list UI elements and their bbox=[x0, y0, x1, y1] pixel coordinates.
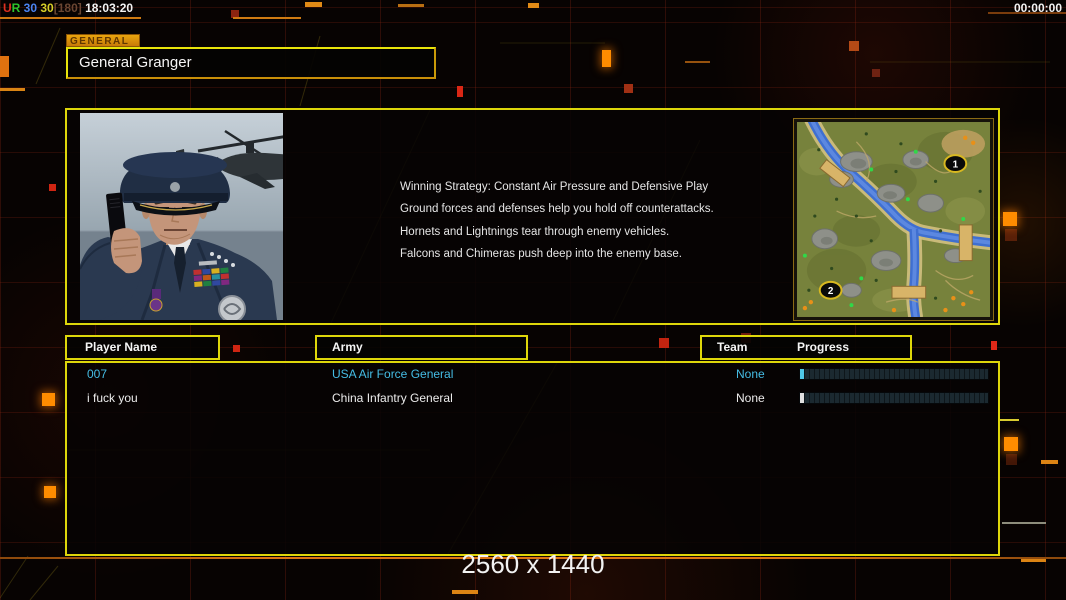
player-name: 007 bbox=[87, 367, 107, 381]
general-portrait-image bbox=[80, 113, 283, 320]
status-token: 30 bbox=[37, 1, 54, 15]
deco-dash bbox=[1002, 522, 1046, 524]
player-row: i fuck you China Infantry General None bbox=[67, 391, 998, 407]
start-position-marker-2: 2 bbox=[820, 282, 842, 299]
player-army: USA Air Force General bbox=[332, 367, 453, 381]
resolution-text: 2560 x 1440 bbox=[461, 549, 604, 580]
deco-dash bbox=[528, 3, 539, 8]
player-name: i fuck you bbox=[87, 391, 138, 405]
deco-dash bbox=[305, 2, 322, 7]
column-header-army: Army bbox=[315, 335, 528, 360]
deco-square bbox=[602, 50, 611, 67]
general-name-box: General Granger bbox=[66, 47, 436, 79]
minimap-image: 1 2 bbox=[797, 122, 990, 317]
status-token: U bbox=[3, 1, 12, 15]
strategy-line: Hornets and Lightnings tear through enem… bbox=[400, 221, 730, 243]
svg-text:2: 2 bbox=[828, 286, 834, 297]
game-lobby-screen: UR 30 30[180] 18:03:20 00:00:00 GENERAL … bbox=[0, 0, 1066, 600]
status-token: 30 bbox=[20, 1, 37, 15]
progress-fill bbox=[800, 393, 804, 403]
deco-square bbox=[1004, 437, 1018, 451]
deco-square bbox=[42, 393, 55, 406]
deco-square bbox=[457, 86, 463, 97]
deco-square bbox=[849, 41, 859, 51]
deco-square bbox=[49, 184, 56, 191]
deco-dash bbox=[685, 61, 710, 63]
strategy-line: Falcons and Chimeras push deep into the … bbox=[400, 243, 730, 265]
svg-text:1: 1 bbox=[953, 160, 959, 171]
deco-square bbox=[0, 56, 9, 77]
load-progress-bar bbox=[799, 392, 989, 404]
deco-square bbox=[624, 84, 633, 93]
header-label: Army bbox=[332, 340, 363, 354]
player-team: None bbox=[736, 367, 765, 381]
deco-dash bbox=[0, 88, 25, 91]
connection-status-text: UR 30 30[180] 18:03:20 bbox=[3, 1, 133, 15]
column-header-player-name: Player Name bbox=[65, 335, 220, 360]
start-position-marker-1: 1 bbox=[944, 155, 966, 172]
general-tab-label: GENERAL bbox=[66, 34, 140, 47]
deco-square bbox=[44, 486, 56, 498]
deco-dash bbox=[1000, 419, 1019, 421]
strategy-text-block: Winning Strategy: Constant Air Pressure … bbox=[400, 176, 730, 266]
deco-dash bbox=[0, 17, 141, 19]
deco-square bbox=[991, 341, 997, 350]
strategy-line: Ground forces and defenses help you hold… bbox=[400, 198, 730, 220]
strategy-line: Winning Strategy: Constant Air Pressure … bbox=[400, 176, 730, 198]
deco-dash bbox=[398, 4, 424, 7]
player-row: 007 USA Air Force General None bbox=[67, 367, 998, 383]
player-army: China Infantry General bbox=[332, 391, 453, 405]
load-progress-bar bbox=[799, 368, 989, 380]
deco-square bbox=[872, 69, 880, 77]
status-token: [180] bbox=[54, 1, 82, 15]
player-team: None bbox=[736, 391, 765, 405]
deco-square bbox=[233, 345, 240, 352]
progress-fill bbox=[800, 369, 804, 379]
header-label: Player Name bbox=[85, 340, 157, 354]
general-info-panel: Winning Strategy: Constant Air Pressure … bbox=[65, 108, 1000, 325]
deco-dash bbox=[452, 590, 478, 594]
deco-square bbox=[1005, 229, 1017, 241]
status-clock: 18:03:20 bbox=[82, 1, 133, 15]
header-label: Team bbox=[717, 340, 747, 354]
header-label: Progress bbox=[797, 337, 849, 357]
deco-square bbox=[1006, 454, 1017, 465]
map-preview: 1 2 bbox=[793, 118, 994, 321]
deco-square bbox=[659, 338, 669, 348]
game-timer: 00:00:00 bbox=[1014, 1, 1062, 15]
general-name: General Granger bbox=[68, 49, 434, 77]
column-header-team-progress: Team Progress bbox=[700, 335, 912, 360]
deco-dash bbox=[1041, 460, 1058, 464]
deco-square bbox=[1003, 212, 1017, 226]
player-list-panel: 007 USA Air Force General None i fuck yo… bbox=[65, 361, 1000, 556]
deco-dash bbox=[233, 17, 301, 19]
